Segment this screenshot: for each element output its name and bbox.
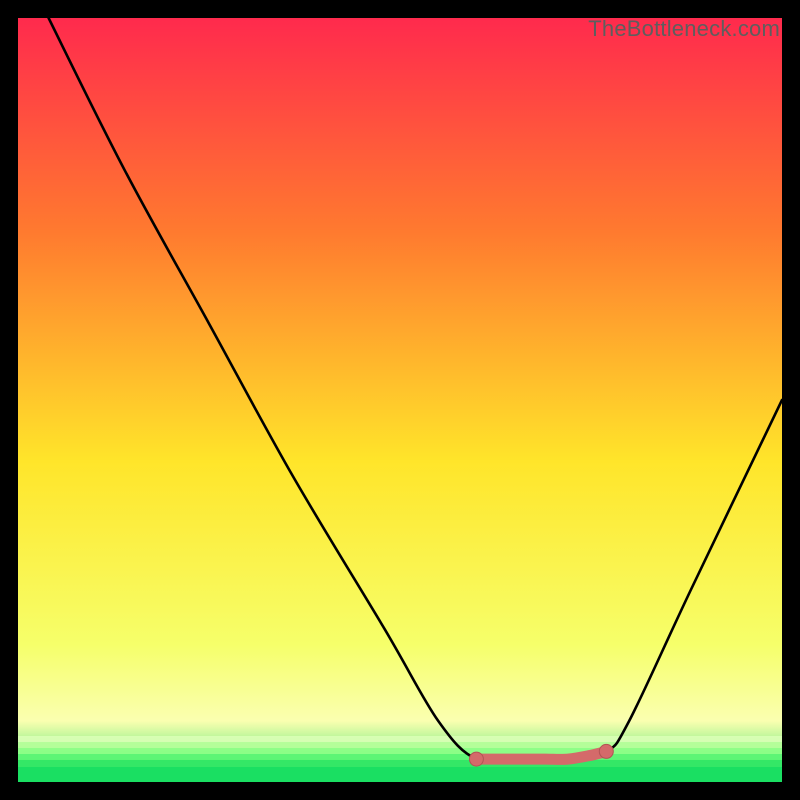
highlight-dot	[469, 752, 483, 766]
green-band-strips	[18, 736, 782, 782]
gradient-background	[18, 18, 782, 782]
chart-frame: TheBottleneck.com	[18, 18, 782, 782]
watermark-text: TheBottleneck.com	[588, 16, 780, 42]
highlight-dot	[599, 744, 613, 758]
bottleneck-chart	[18, 18, 782, 782]
